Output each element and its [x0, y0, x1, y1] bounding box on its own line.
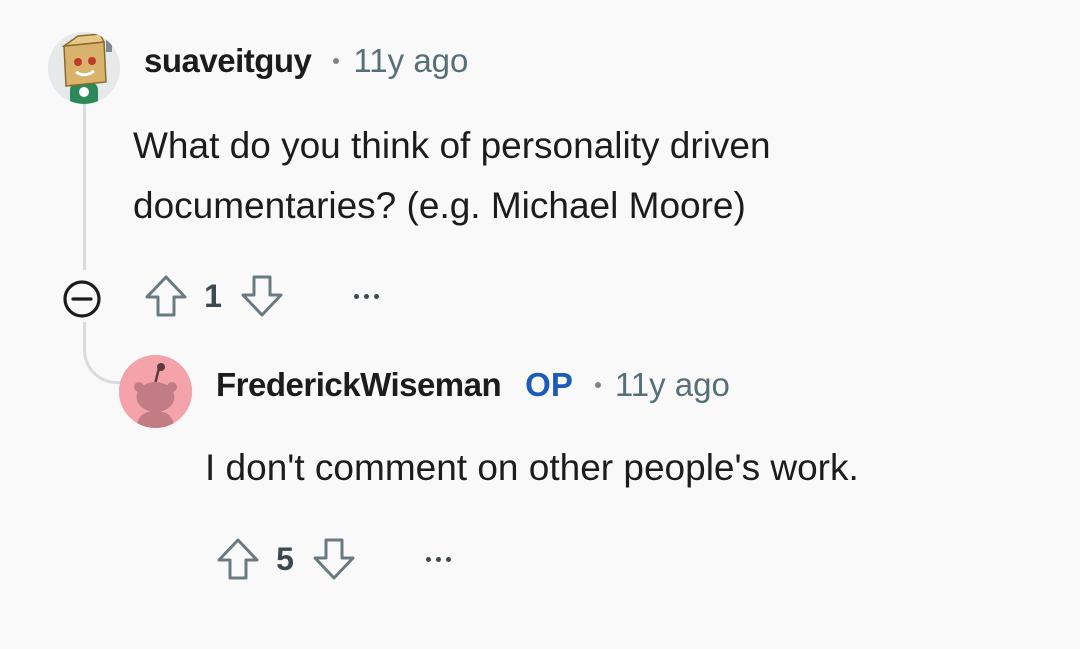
meta-separator-dot: [333, 58, 340, 64]
comment-body: What do you think of personality driven …: [133, 125, 771, 226]
ellipsis-icon: [373, 293, 379, 299]
downvote-button[interactable]: [236, 270, 288, 322]
ellipsis-icon: [435, 556, 441, 562]
reply-meta: FrederickWiseman OP 11y ago: [216, 362, 730, 408]
upvote-button[interactable]: [140, 270, 192, 322]
ellipsis-icon: [363, 293, 369, 299]
cardboard-box-snoo-avatar-icon: [48, 32, 120, 104]
downvote-arrow-icon: [241, 275, 283, 317]
upvote-arrow-icon: [217, 538, 259, 580]
upvote-button[interactable]: [212, 533, 264, 585]
collapse-thread-button[interactable]: [61, 278, 103, 320]
ellipsis-icon: [353, 293, 359, 299]
default-snoo-avatar-icon: [119, 355, 192, 428]
downvote-arrow-icon: [313, 538, 355, 580]
downvote-button[interactable]: [308, 533, 360, 585]
user-avatar[interactable]: [119, 355, 192, 428]
ellipsis-icon: [425, 556, 431, 562]
upvote-arrow-icon: [145, 275, 187, 317]
comment-username[interactable]: suaveitguy: [144, 42, 312, 80]
ellipsis-icon: [445, 556, 451, 562]
meta-separator-dot: [594, 382, 601, 388]
reply-username[interactable]: FrederickWiseman: [216, 366, 502, 404]
thread-line[interactable]: [83, 100, 86, 270]
more-options-button[interactable]: [340, 270, 392, 322]
comment-action-bar: 1: [140, 270, 392, 322]
reply-timestamp: 11y ago: [614, 366, 730, 403]
comment-meta: suaveitguy 11y ago: [144, 38, 468, 84]
reply-body: I don't comment on other people's work.: [205, 447, 859, 488]
collapse-minus-icon: [63, 280, 101, 318]
reply-thread-connector[interactable]: [83, 322, 125, 384]
reply-action-bar: 5: [212, 533, 464, 585]
comment-timestamp: 11y ago: [353, 42, 469, 79]
vote-count: 5: [276, 540, 294, 577]
op-badge: OP: [525, 366, 573, 403]
comment-thread: suaveitguy 11y ago What do you think of …: [0, 0, 1080, 649]
user-avatar[interactable]: [48, 32, 120, 104]
vote-count: 1: [204, 277, 222, 314]
more-options-button[interactable]: [412, 533, 464, 585]
